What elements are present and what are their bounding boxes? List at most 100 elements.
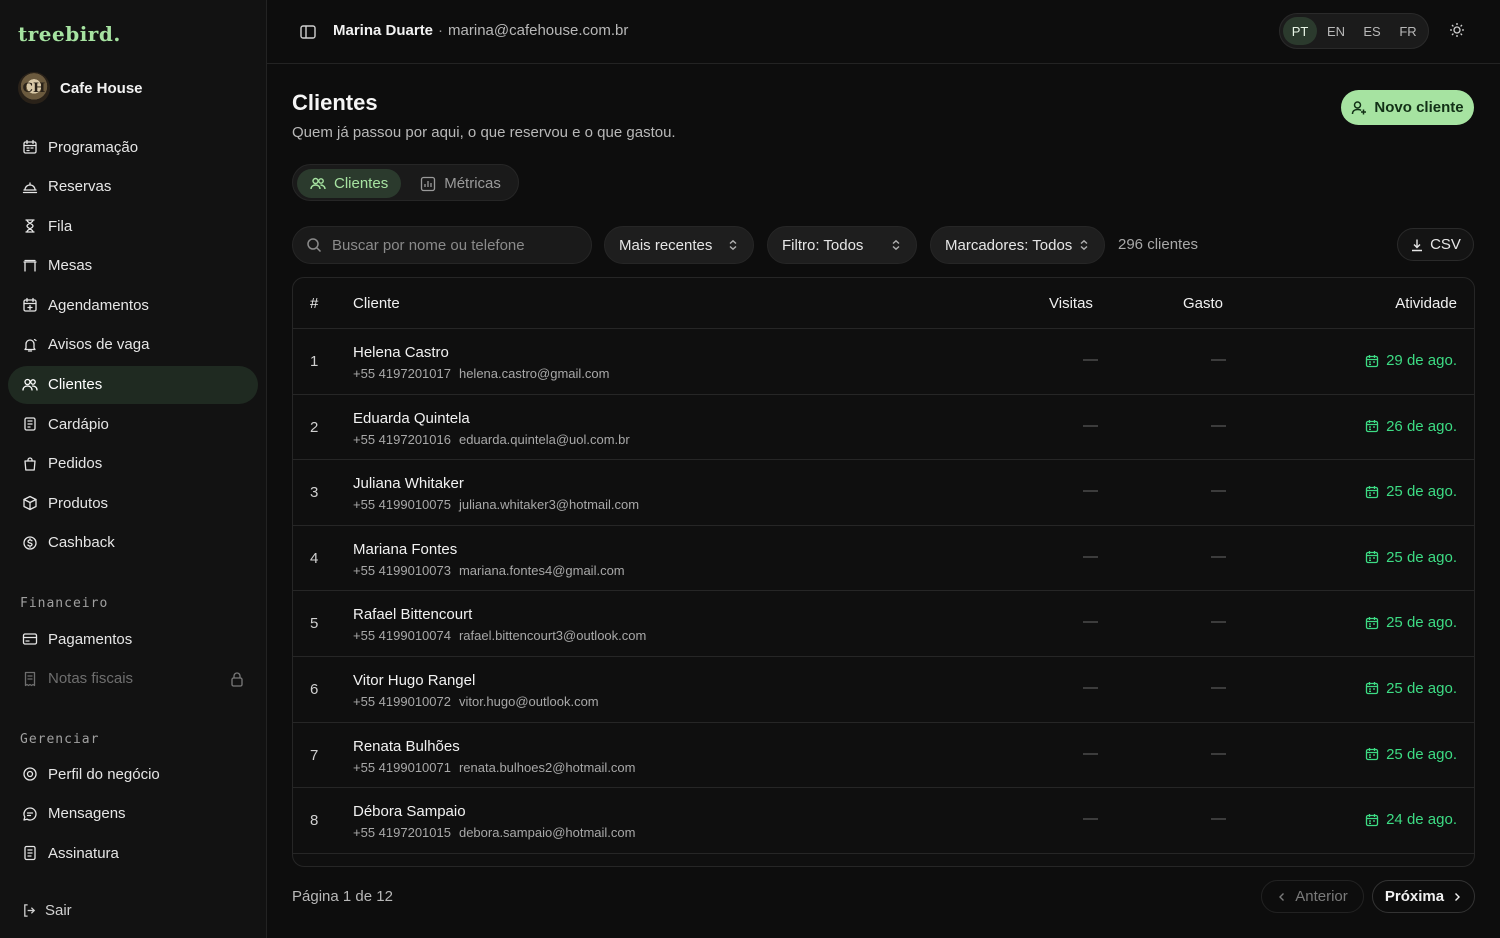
tags-select[interactable]: Marcadores: Todos [930,226,1105,264]
sidebar-item-cashback[interactable]: Cashback [8,524,258,562]
chevron-up-down-icon [890,239,902,251]
client-spent: — [1211,416,1226,434]
export-csv-label: CSV [1430,236,1461,253]
sidebar-item-pagamentos[interactable]: Pagamentos [8,620,258,658]
table-row[interactable]: 8 Débora Sampaio +55 4197201015 debora.samp… [293,788,1474,854]
new-client-button[interactable]: Novo cliente [1341,90,1474,125]
table-row[interactable]: 6 Vitor Hugo Rangel +55 4199010072 vitor.hu… [293,657,1474,723]
sidebar-item-mesas[interactable]: Mesas [8,247,258,285]
search-input[interactable] [332,236,572,254]
client-name[interactable]: Mariana Fontes [353,541,457,558]
client-name[interactable]: Helena Castro [353,344,449,361]
client-activity: 26 de ago. [1365,418,1457,435]
table-row[interactable]: 1 Helena Castro +55 4197201017 helena.castr… [293,329,1474,395]
section-title-manage: Gerenciar [20,731,100,747]
chevron-up-down-icon [1078,239,1090,251]
sidebar-item-mensagens[interactable]: Mensagens [8,795,258,833]
client-email: juliana.whitaker3@hotmail.com [458,497,640,513]
client-name[interactable]: Débora Sampaio [353,803,466,820]
sidebar-item-assinatura[interactable]: Assinatura [8,834,258,872]
client-activity: 25 de ago. [1365,614,1457,631]
sidebar-item-cardapio[interactable]: Cardápio [8,405,258,443]
card-icon [22,631,38,647]
calendar-icon [1365,813,1379,827]
users-icon [22,377,38,393]
next-page-button[interactable]: Próxima [1372,880,1475,913]
business-switcher[interactable]: CH Cafe House [18,72,143,104]
client-name[interactable]: Vitor Hugo Rangel [353,672,475,689]
tab-metrics-label: Métricas [444,175,501,192]
sidebar-item-pedidos[interactable]: Pedidos [8,445,258,483]
chevron-right-icon [1452,892,1462,902]
column-header-activity[interactable]: Atividade [1395,295,1457,312]
calendar-icon [22,139,38,155]
page-subtitle: Quem já passou por aqui, o que reservou … [292,124,676,141]
brand-logo[interactable]: treebird. [18,22,121,46]
table-row[interactable]: 4 Mariana Fontes +55 4199010073 mariana.fon… [293,526,1474,592]
client-activity-date: 26 de ago. [1386,417,1457,435]
sidebar: treebird. CH Cafe House Programação Reser… [0,0,267,938]
coin-icon [22,535,38,551]
filter-select[interactable]: Filtro: Todos [767,226,917,264]
language-option-pt[interactable]: PT [1283,17,1317,45]
table-row[interactable]: 3 Juliana Whitaker +55 4199010075 juliana.w… [293,460,1474,526]
row-index: 7 [310,746,319,764]
sidebar-item-programacao[interactable]: Programação [8,128,258,166]
client-contact: +55 4197201017 helena.castro@gmail.com [353,366,609,381]
sort-select[interactable]: Mais recentes [604,226,754,264]
tags-select-value: Marcadores: Todos [945,236,1073,254]
row-index: 8 [310,812,319,830]
language-option-es[interactable]: ES [1355,17,1389,45]
table-header: # Cliente Visitas Gasto Atividade [293,278,1474,329]
client-contact: +55 4199010075 juliana.whitaker3@hotmail.… [353,497,639,512]
column-header-spent[interactable]: Gasto [1183,295,1223,312]
previous-page-button[interactable]: Anterior [1261,880,1364,913]
sidebar-item-perfil-do-negocio[interactable]: Perfil do negócio [8,755,258,793]
search-icon [306,237,322,253]
client-name[interactable]: Rafael Bittencourt [353,606,472,623]
client-name[interactable]: Eduarda Quintela [353,410,470,427]
language-option-en[interactable]: EN [1319,17,1353,45]
bell-icon [22,337,38,353]
client-activity-date: 25 de ago. [1386,745,1457,763]
table-row[interactable]: 7 Renata Bulhões +55 4199010071 renata.bulh… [293,723,1474,789]
client-phone: +55 4199010073 [353,562,451,578]
theme-toggle-sun-icon[interactable] [1449,22,1465,38]
bag-icon [22,456,38,472]
sidebar-item-label: Clientes [48,376,103,394]
export-csv-button[interactable]: CSV [1397,228,1474,261]
table-row[interactable]: 2 Eduarda Quintela +55 4197201016 eduarda.q… [293,395,1474,461]
client-visits: — [1083,482,1098,500]
calendar-icon [1365,747,1379,761]
sidebar-item-clientes[interactable]: Clientes [8,365,258,404]
client-name[interactable]: Juliana Whitaker [353,475,464,492]
sidebar-item-produtos[interactable]: Produtos [8,484,258,522]
sidebar-item-fila[interactable]: Fila [8,207,258,245]
client-phone: +55 4199010075 [353,497,451,513]
language-option-fr[interactable]: FR [1391,17,1425,45]
client-contact: +55 4199010071 renata.bulhoes2@hotmail.co… [353,760,635,775]
hourglass-icon [22,218,38,234]
logout-button[interactable]: Sair [22,902,72,919]
client-email: vitor.hugo@outlook.com [458,693,599,709]
tab-metrics[interactable]: Métricas [407,169,514,198]
calendar-icon [1365,681,1379,695]
client-spent: — [1211,613,1226,631]
sidebar-toggle-icon[interactable] [299,23,317,41]
client-activity: 25 de ago. [1365,549,1457,566]
client-name[interactable]: Renata Bulhões [353,738,460,755]
sidebar-item-agendamentos[interactable]: Agendamentos [8,286,258,324]
client-spent: — [1211,810,1226,828]
client-email: eduarda.quintela@uol.com.br [458,431,630,447]
client-spent: — [1211,351,1226,368]
row-index: 4 [310,549,319,567]
column-header-client[interactable]: Cliente [353,295,400,312]
sidebar-item-reservas[interactable]: Reservas [8,168,258,206]
row-index: 6 [310,680,319,698]
tab-clients[interactable]: Clientes [297,169,402,198]
sidebar-item-notas-fiscais[interactable]: Notas fiscais [8,660,258,698]
table-row[interactable]: 5 Rafael Bittencourt +55 4199010074 rafael.… [293,591,1474,657]
sidebar-item-label: Mesas [48,257,93,275]
sidebar-item-avisos-de-vaga[interactable]: Avisos de vaga [8,326,258,364]
column-header-visits[interactable]: Visitas [1049,295,1093,312]
